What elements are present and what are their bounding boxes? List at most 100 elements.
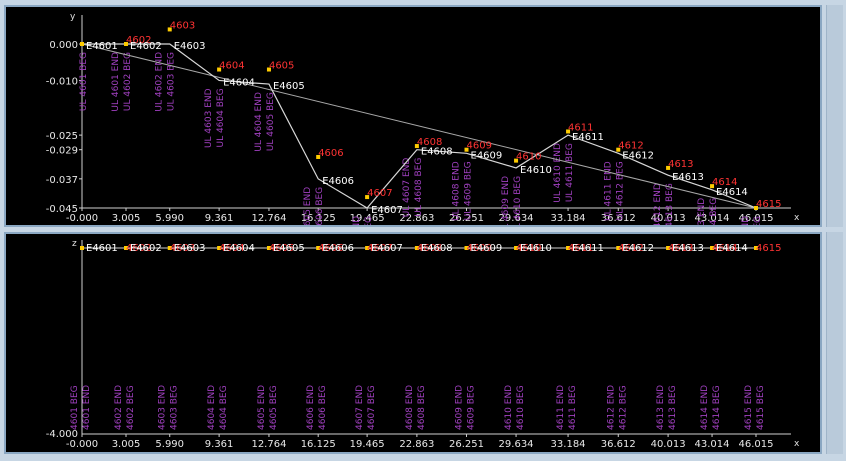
vertical-label: 4610 END [504,385,514,430]
white-point-label: E4605 [273,243,305,254]
y-tick-label: -0.045 [46,204,78,215]
white-point-label: E4608 [421,243,453,254]
white-point-label: E4601 [86,41,118,52]
red-point-label: 4610 [516,152,541,163]
vertical-label: UL 4608 BEG [414,158,424,217]
vertical-label: 4609 BEG [467,385,477,430]
plan-chart-panel: x z -0.000 3.005 5.990 9.361 12.764 16.125 19.46… [4,232,822,454]
vertical-label: UL 4604 BEG [216,88,226,147]
vertical-label: 4601 BEG [70,385,80,430]
red-point-label: 4604 [219,61,244,72]
vertical-label: 4607 END [355,385,365,430]
bottom-scroll-strip[interactable] [826,232,843,454]
vertical-label: 4604 BEG [219,385,229,430]
x-tick-label: 22.863 [399,439,434,450]
vertical-label: UL 4612 BEG [615,161,625,220]
vertical-label: UL 4613 END [697,198,707,225]
vertical-label: UL 4610 END [553,143,563,203]
vertical-label: UL 4609 END [501,176,511,225]
y-tick-label: 0.000 [49,40,78,51]
white-point-label: E4602 [130,41,162,52]
vertical-label: UL 4606 END [352,216,362,225]
red-point-label: 4615 [756,243,781,254]
white-point-label: E4613 [672,243,704,254]
x-tick-label: 40.013 [651,439,686,450]
vertical-label: 4609 END [455,385,465,430]
x-tick-label: 36.612 [601,439,636,450]
vertical-label: 4608 BEG [417,385,427,430]
white-point-label: E4603 [174,41,206,52]
white-point-label: E4606 [322,176,354,187]
vertical-label: 4612 BEG [618,385,628,430]
vertical-label: UL 4611 END [603,161,613,221]
x-axis-label: x [794,439,800,449]
y-tick-label: -0.037 [46,175,78,186]
x-tick-label: 29.634 [499,439,534,450]
x-tick-label: 5.990 [155,439,184,450]
white-point-label: E4606 [322,243,354,254]
vertical-label: 4606 END [306,385,316,430]
x-tick-label: 26.251 [449,439,484,450]
x-tick-label: 3.005 [112,439,141,450]
vertical-label: UL 4605 BEG [266,92,276,151]
x-tick-label: -0.000 [66,439,98,450]
vertical-label: UL 4607 BEG [364,216,374,225]
vertical-label: 4611 END [556,385,566,430]
y-axis-label: y [70,12,76,22]
x-tick-label: 33.184 [551,439,586,450]
vertical-label: UL 4602 END [155,52,165,112]
white-point-label: E4604 [223,77,255,88]
white-point-label: E4610 [520,165,552,176]
x-tick-label: 16.125 [301,439,336,450]
white-point-label: E4609 [471,150,503,161]
vertical-label: UL 4612 END [653,183,663,225]
vertical-label: 4615 BEG [756,385,766,430]
x-tick-label: 5.990 [155,213,184,224]
elevation-chart-panel: x y -0.000 3.005 5.990 9.361 12.764 16.125 19.46… [4,5,822,227]
vertical-label: UL 4607 END [402,158,412,218]
white-point-label: E4610 [520,243,552,254]
vertical-label: UL 4614 END [741,216,751,225]
white-point-label: E4608 [421,147,453,158]
vertical-label: UL 4604 END [254,92,264,152]
white-point-label: E4614 [716,187,748,198]
top-scroll-strip[interactable] [826,5,843,227]
x-tick-label: 12.764 [251,439,286,450]
vertical-label: UL 4605 END [303,187,313,225]
x-tick-label: 43.014 [695,439,730,450]
x-tick-label: 9.361 [205,439,234,450]
white-point-label: E4612 [622,243,654,254]
vertical-label: UL 4602 BEG [123,52,133,111]
vertical-label: 4604 END [207,385,217,430]
vertical-label: 4605 END [257,385,267,430]
white-point-label: E4611 [572,132,604,143]
x-tick-label: 9.361 [205,213,234,224]
vertical-label: UL 4606 BEG [315,187,325,225]
white-point-label: E4605 [273,81,305,92]
white-point-label: E4611 [572,243,604,254]
vertical-label: 4606 BEG [318,385,328,430]
white-point-label: E4607 [371,205,403,216]
vertical-label: 4612 END [606,385,616,430]
vertical-label: 4608 END [405,385,415,430]
red-point-label: 4607 [367,188,392,199]
vertical-label: UL 4609 BEG [464,161,474,220]
white-point-label: E4612 [622,150,654,161]
red-point-label: 4603 [170,20,195,31]
x-tick-label: 33.184 [551,213,586,224]
vertical-label: UL 4611 BEG [565,143,575,202]
point-marker [80,246,84,250]
x-tick-label: 19.465 [350,439,385,450]
x-tick-label: 3.005 [112,213,141,224]
vertical-label: 4603 END [158,385,168,430]
white-point-label: E4613 [672,172,704,183]
vertical-label: UL 4614 BEG [709,198,719,225]
vertical-label: UL 4601 BEG [79,52,89,111]
vertical-label: UL 4601 END [111,52,121,112]
y-axis-label: z [72,239,77,249]
white-point-label: E4603 [174,243,206,254]
point-marker [80,42,84,46]
vertical-label: 4601 END [82,385,92,430]
red-point-label: 4615 [756,199,781,210]
vertical-label: 4602 BEG [126,385,136,430]
